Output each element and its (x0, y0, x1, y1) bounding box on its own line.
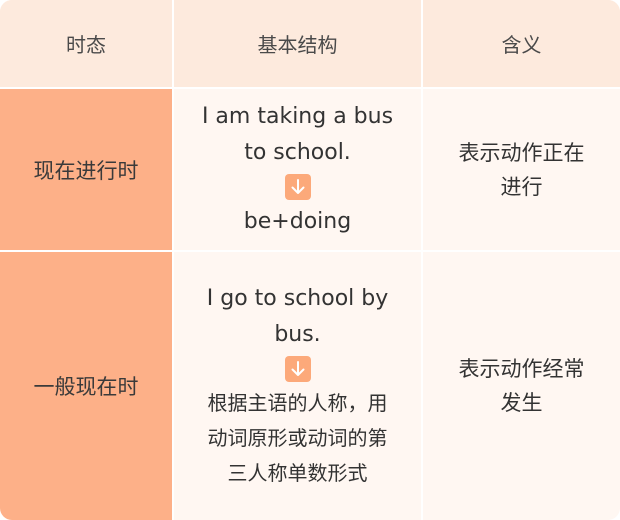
header-structure-cell: 基本结构 (174, 0, 421, 87)
example-sentence-line: I am taking a bus (201, 104, 394, 129)
meaning-cell: 表示动作经常 发生 (423, 252, 620, 520)
header-tense-cell: 时态 (0, 0, 172, 87)
column-divider (421, 0, 423, 520)
tense-label: 现在进行时 (33, 158, 139, 183)
tense-cell: 现在进行时 (0, 89, 172, 250)
meaning-line: 进行 (500, 174, 543, 199)
structure-formula: be+doing (243, 209, 352, 234)
example-sentence-line: to school. (244, 140, 351, 165)
structure-cell: I go to school by bus. 根据主语的人称，用 动词原形或动词… (174, 252, 421, 520)
table-header-row: 时态 基本结构 含义 (0, 0, 620, 87)
arrow-down-icon (284, 356, 311, 382)
meaning-line: 表示动作经常 (458, 357, 585, 381)
structure-rule-line: 三人称单数形式 (227, 461, 368, 485)
meaning-cell: 表示动作正在 进行 (423, 89, 620, 250)
header-structure-label: 基本结构 (257, 33, 338, 57)
tense-table: 时态 基本结构 含义 现在进行时 I am taking a bus to sc… (0, 0, 620, 520)
meaning-line: 表示动作正在 (458, 140, 585, 165)
structure-cell: I am taking a bus to school. be+doing (174, 89, 421, 250)
structure-rule-line: 根据主语的人称，用 (207, 391, 388, 415)
table-row: 一般现在时 I go to school by bus. 根据主语的人称，用 动… (0, 252, 620, 520)
tense-cell: 一般现在时 (0, 252, 172, 520)
example-sentence-line: I go to school by (206, 286, 389, 311)
column-divider (172, 0, 174, 520)
arrow-down-icon (284, 174, 311, 200)
meaning-line: 发生 (500, 391, 543, 415)
example-sentence-line: bus. (274, 322, 321, 347)
tense-label: 一般现在时 (33, 375, 139, 399)
structure-rule-line: 动词原形或动词的第 (207, 426, 388, 450)
header-tense-label: 时态 (66, 33, 106, 57)
header-meaning-cell: 含义 (423, 0, 620, 87)
table-row: 现在进行时 I am taking a bus to school. be+do… (0, 89, 620, 250)
header-meaning-label: 含义 (501, 33, 542, 57)
